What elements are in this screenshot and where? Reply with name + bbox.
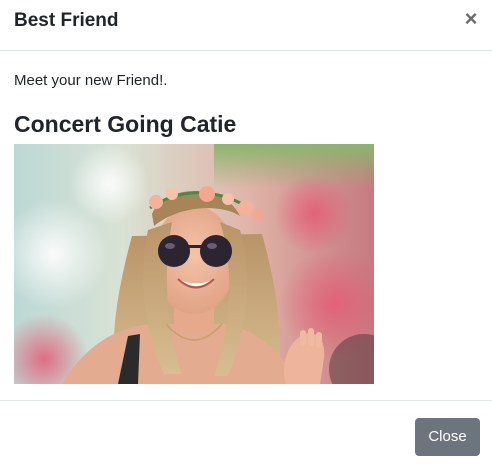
modal-header: Best Friend × [0, 0, 492, 51]
friend-photo [14, 144, 374, 384]
modal-dialog: Best Friend × Meet your new Friend!. Con… [0, 0, 492, 468]
modal-title: Best Friend [14, 10, 119, 31]
intro-text: Meet your new Friend!. [14, 72, 168, 89]
close-icon[interactable]: × [462, 8, 480, 30]
friend-photo-image [14, 144, 374, 384]
modal-body: Meet your new Friend!. Concert Going Cat… [0, 52, 492, 400]
friend-name-heading: Concert Going Catie [14, 111, 237, 137]
modal-footer: Close [0, 400, 492, 468]
close-button[interactable]: Close [415, 418, 480, 456]
